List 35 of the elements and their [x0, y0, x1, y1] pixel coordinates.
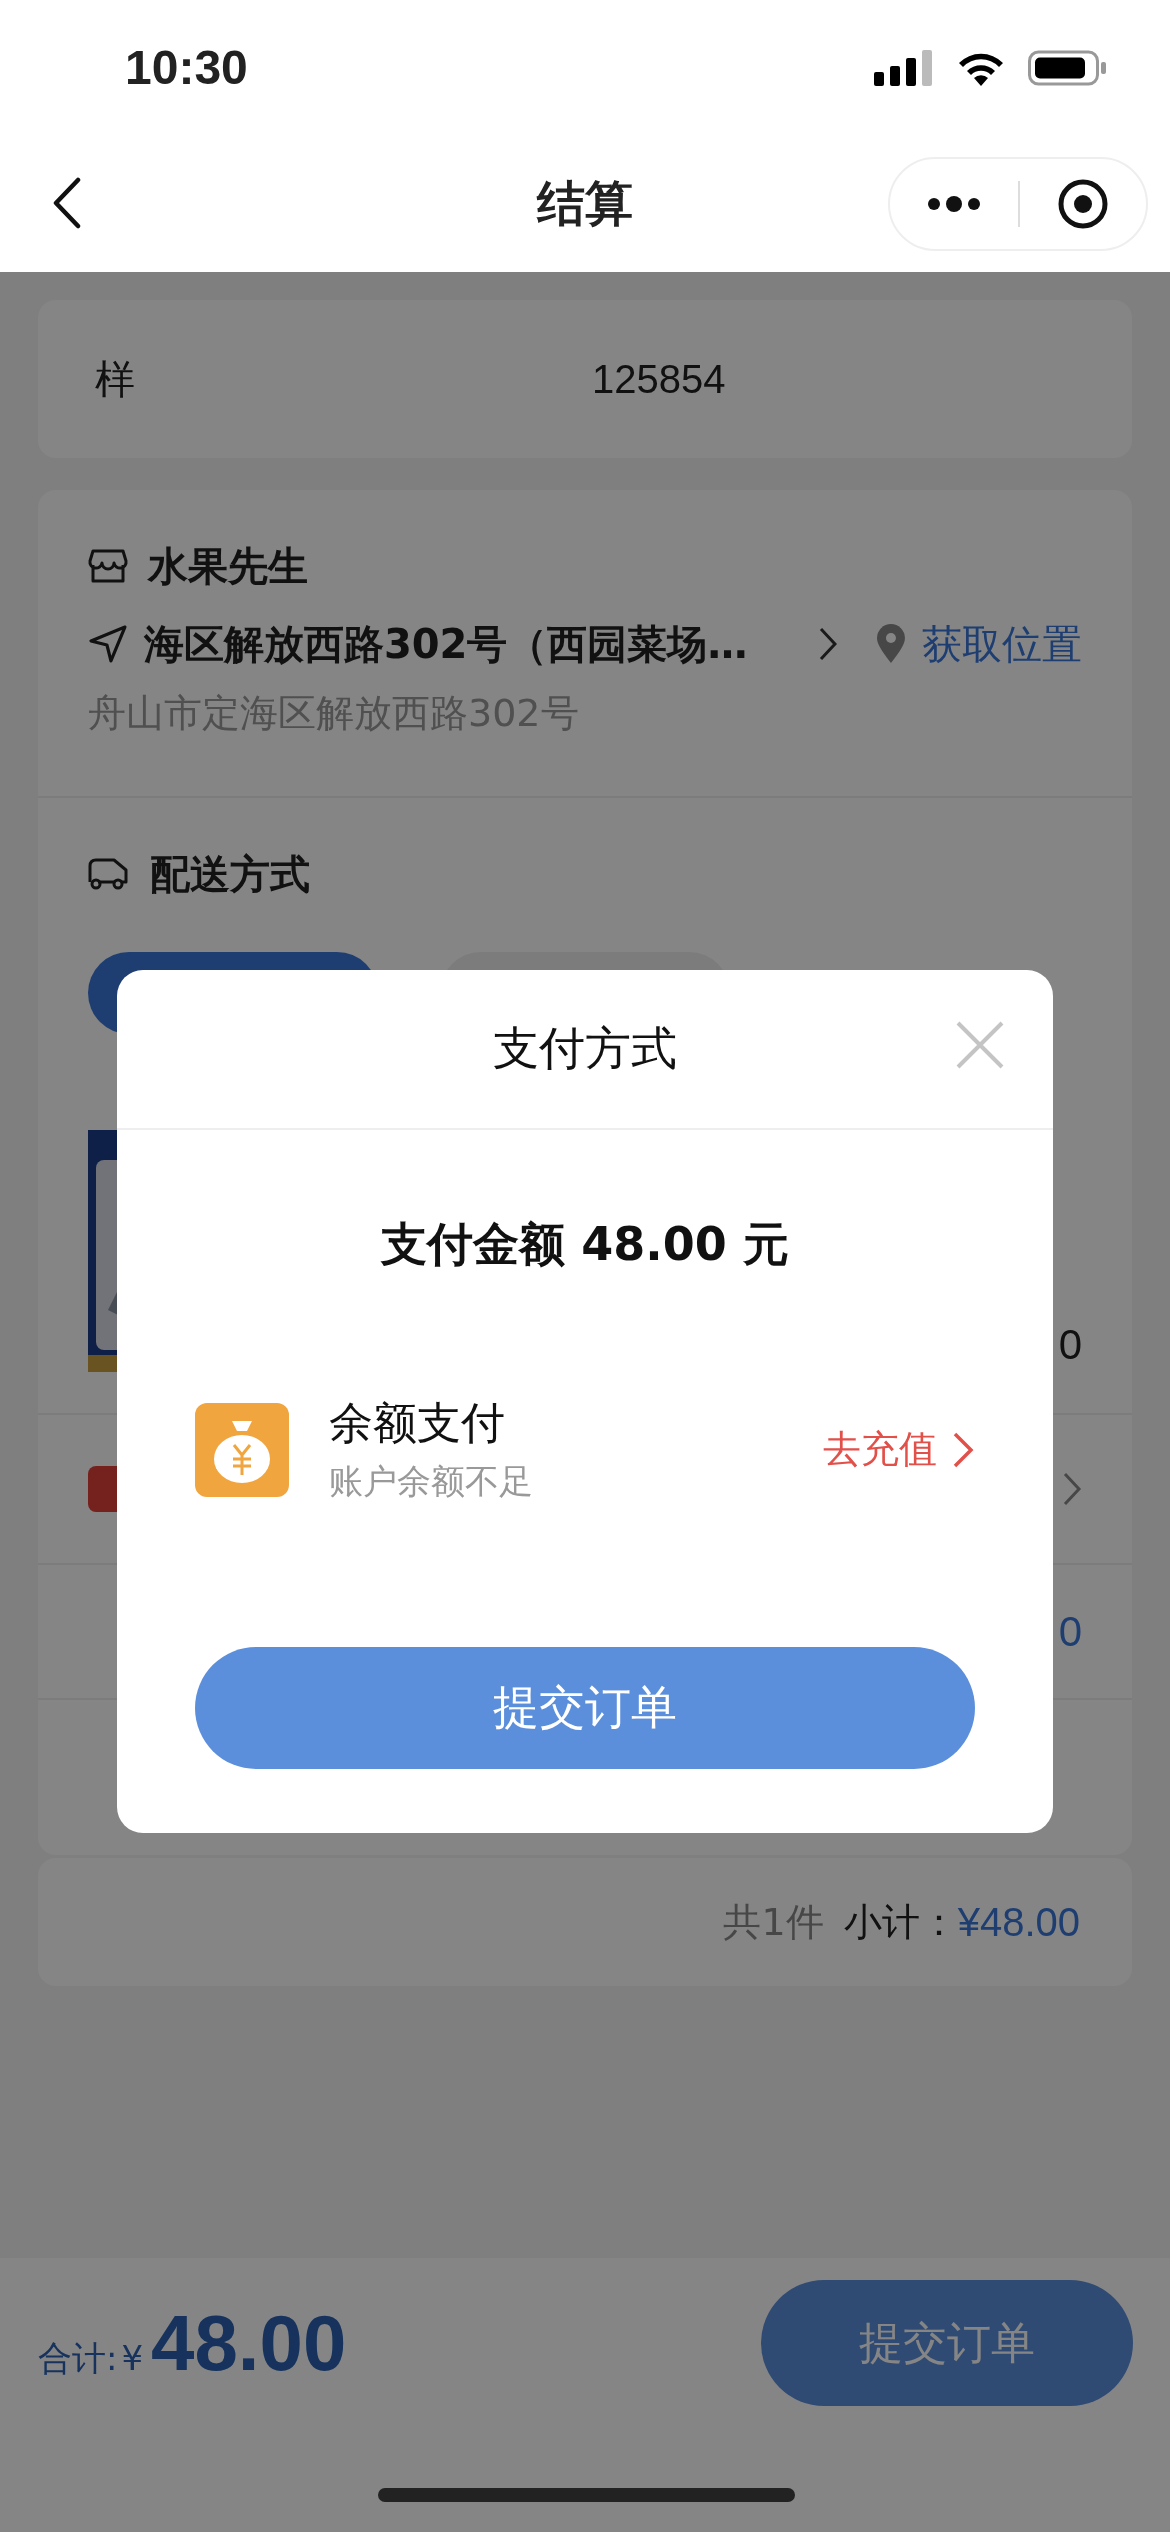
subtotal-label: 小计： [843, 1898, 958, 1946]
status-time: 10:30 [125, 40, 248, 95]
code-value: 125854 [592, 356, 726, 402]
code-label: 样 [95, 354, 136, 404]
total-amount: 48.00 [151, 2298, 347, 2389]
delivery-address[interactable]: 海区解放西路302号（西园菜场… [143, 616, 803, 672]
money-bag-icon [195, 1402, 289, 1497]
location-pin-icon [876, 624, 906, 664]
get-location-link[interactable]: 获取位置 [922, 616, 1082, 672]
chevron-right-icon [818, 626, 839, 662]
dialog-title: 支付方式 [493, 1020, 677, 1077]
currency-symbol: ¥ [121, 2338, 144, 2378]
method-name: 余额支付 [329, 1396, 506, 1450]
navigation-arrow-icon [88, 624, 128, 664]
store-name: 水果先生 [148, 541, 308, 591]
method-note: 账户余额不足 [329, 1460, 534, 1503]
section-title: 配送方式 [150, 849, 310, 899]
back-icon[interactable] [52, 177, 82, 229]
battery-icon [1028, 49, 1108, 86]
chevron-right-icon[interactable] [1062, 1471, 1082, 1507]
truck-icon [88, 856, 130, 892]
total-label: 合计: [38, 2337, 118, 2380]
more-icon[interactable] [926, 196, 982, 212]
submit-order-button[interactable]: 提交订单 [195, 1647, 975, 1769]
item-count: 共1件 [723, 1898, 824, 1946]
submit-order-button[interactable]: 提交订单 [761, 2280, 1133, 2406]
subtotal-amount: ¥48.00 [957, 1899, 1080, 1945]
store-icon [88, 548, 128, 584]
recharge-link[interactable]: 去充值 [823, 1424, 937, 1475]
signal-icon [874, 49, 934, 86]
price-text: 0 [1058, 1321, 1082, 1369]
payment-amount: 支付金额 48.00 元 [381, 1216, 789, 1273]
fee-value: 0 [1058, 1607, 1082, 1656]
target-icon[interactable] [1056, 177, 1110, 231]
page-title: 结算 [537, 173, 633, 233]
